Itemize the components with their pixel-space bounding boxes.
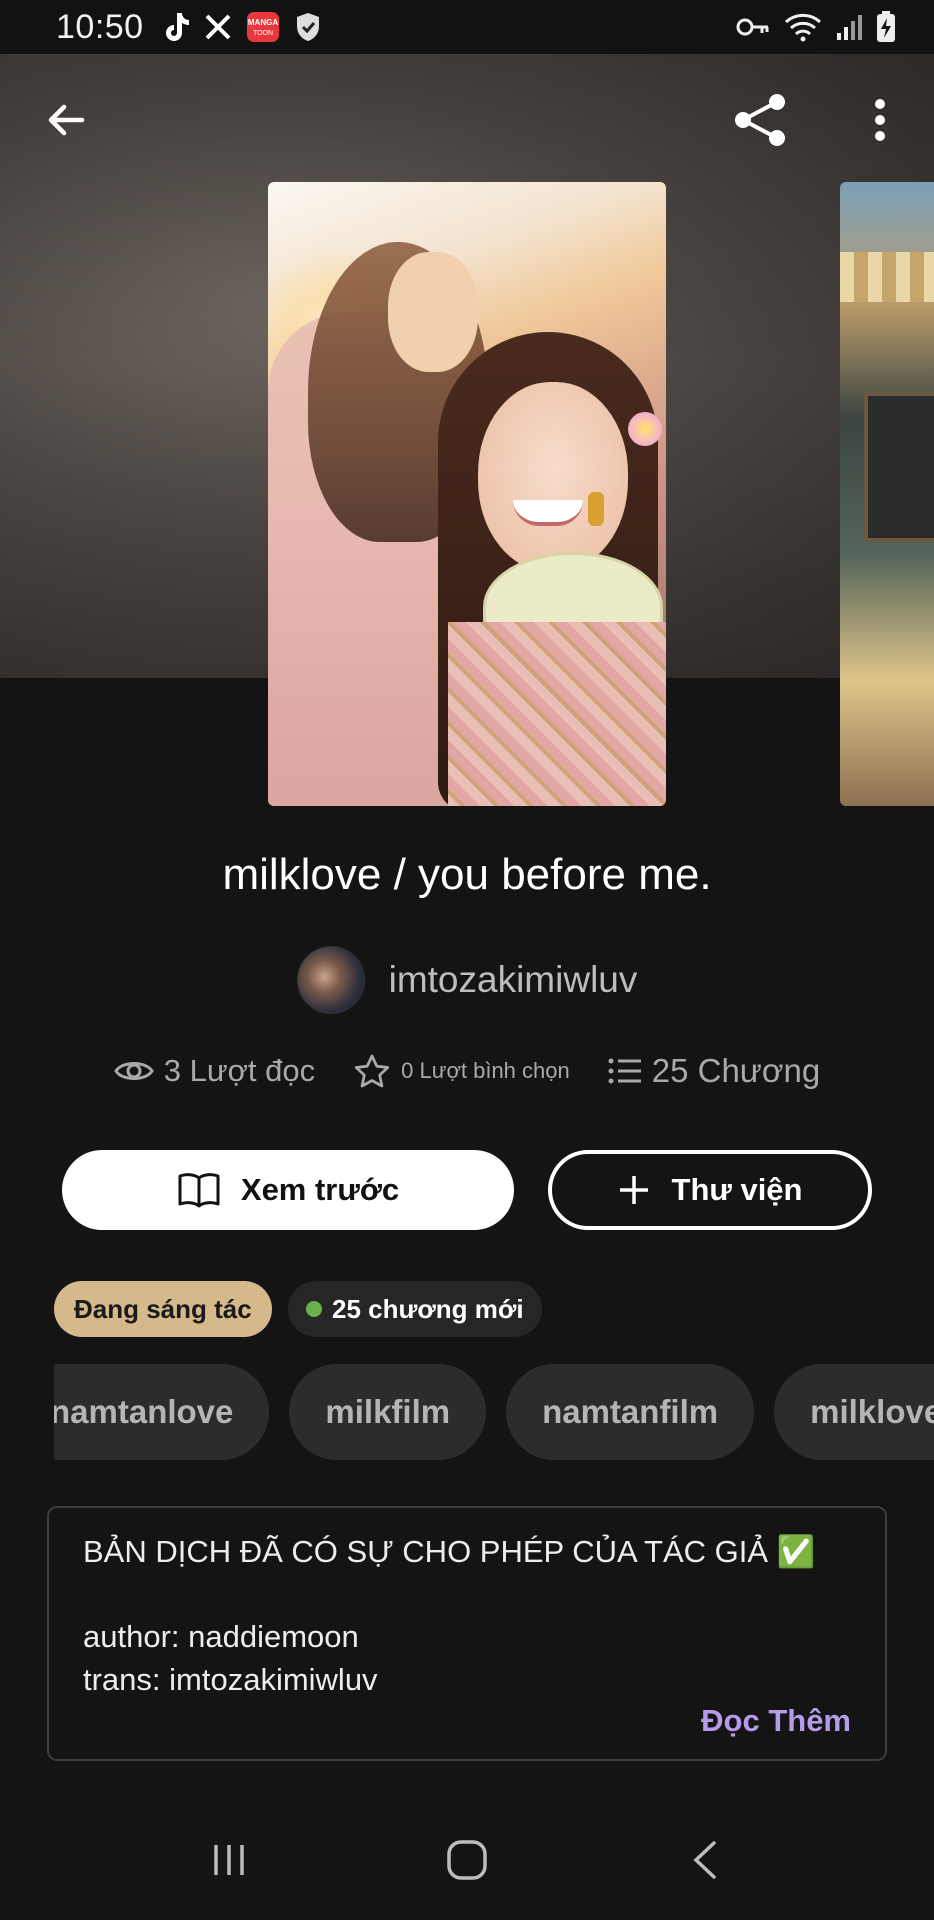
- story-cover[interactable]: [268, 182, 666, 806]
- battery-charging-icon: [876, 11, 896, 43]
- shield-icon: [294, 11, 322, 43]
- back-icon: [693, 1841, 716, 1879]
- system-back-button[interactable]: [665, 1820, 745, 1900]
- plus-icon: [619, 1176, 648, 1204]
- tag-track: namtanlove milkfilm namtanfilm milklove: [54, 1364, 934, 1460]
- back-button[interactable]: [38, 92, 94, 148]
- new-chapters-label: 25 chương mới: [332, 1293, 524, 1324]
- list-icon: [608, 1058, 641, 1084]
- system-icons: [736, 11, 896, 43]
- author-avatar[interactable]: [296, 946, 365, 1014]
- library-label: Thư viện: [671, 1172, 803, 1207]
- stat-reads: 3 Lượt đọc: [113, 1053, 316, 1089]
- add-to-library-button[interactable]: Thư viện: [548, 1150, 872, 1230]
- tiktok-icon: [162, 11, 190, 43]
- description-line: author: naddiemoon: [83, 1619, 359, 1654]
- author-row[interactable]: imtozakimiwluv: [0, 946, 934, 1014]
- home-button[interactable]: [427, 1820, 507, 1900]
- key-icon: [736, 16, 770, 38]
- cover-face-left: [388, 252, 478, 372]
- screen: 10:50 MANGA TOON milklove / you before m…: [0, 0, 934, 1920]
- arrow-left-icon: [48, 104, 85, 136]
- cover-flower: [628, 412, 662, 446]
- stat-votes: 0 Lượt bình chọn: [353, 1053, 570, 1089]
- preview-button[interactable]: Xem trước: [62, 1150, 514, 1230]
- tag-chip[interactable]: namtanfilm: [506, 1364, 755, 1460]
- votes-count: 0 Lượt bình chọn: [401, 1058, 570, 1083]
- side-cover-board: [864, 392, 934, 542]
- status-bar: 10:50 MANGA TOON: [0, 0, 934, 54]
- tag-chip[interactable]: milklove: [774, 1364, 934, 1460]
- share-icon: [735, 94, 785, 146]
- reads-count: 3 Lượt đọc: [163, 1053, 316, 1088]
- side-cover-awning: [840, 252, 934, 302]
- status-time: 10:50: [56, 7, 144, 46]
- recent-apps-button[interactable]: [189, 1820, 269, 1900]
- x-icon: [204, 13, 232, 41]
- new-chapters-badge: 25 chương mới: [288, 1281, 542, 1337]
- tag-chip[interactable]: milkfilm: [289, 1364, 487, 1460]
- description-line: BẢN DỊCH ĐÃ CÓ SỰ CHO PHÉP CỦA TÁC GIẢ ✅: [83, 1534, 816, 1569]
- signal-icon: [836, 13, 862, 41]
- tag-list[interactable]: namtanlove milkfilm namtanfilm milklove: [54, 1364, 934, 1460]
- system-nav-bar: [0, 1800, 934, 1920]
- cover-face-right: [478, 382, 628, 572]
- svg-text:TOON: TOON: [253, 30, 273, 37]
- chapters-count: 25 Chương: [651, 1052, 821, 1089]
- star-icon: [354, 1054, 390, 1088]
- notification-icons: MANGA TOON: [162, 11, 322, 43]
- open-book-icon: [178, 1173, 220, 1208]
- cover-earring: [588, 492, 604, 526]
- eye-icon: [113, 1062, 154, 1080]
- read-more-link[interactable]: Đọc Thêm: [701, 1703, 851, 1739]
- more-vertical-icon: [875, 99, 885, 141]
- tag-chip[interactable]: namtanlove: [54, 1364, 270, 1460]
- stat-chapters: 25 Chương: [608, 1052, 821, 1090]
- more-options-button[interactable]: [860, 92, 900, 148]
- description-line: trans: imtozakimiwluv: [83, 1662, 378, 1697]
- mangatoon-icon: MANGA TOON: [246, 11, 280, 43]
- svg-text:MANGA: MANGA: [247, 18, 277, 27]
- recent-apps-icon: [214, 1845, 244, 1875]
- cover-dress: [448, 622, 666, 806]
- author-name[interactable]: imtozakimiwluv: [389, 959, 638, 1001]
- next-story-cover[interactable]: [840, 182, 934, 806]
- story-stats: 3 Lượt đọc 0 Lượt bình chọn 25 Chương: [0, 1052, 934, 1090]
- preview-label: Xem trước: [240, 1172, 400, 1207]
- story-title: milklove / you before me.: [222, 850, 712, 899]
- wifi-icon: [784, 12, 822, 42]
- description-box[interactable]: BẢN DỊCH ĐÃ CÓ SỰ CHO PHÉP CỦA TÁC GIẢ ✅…: [47, 1506, 887, 1761]
- home-icon: [447, 1840, 487, 1880]
- share-button[interactable]: [728, 88, 792, 152]
- status-badge: Đang sáng tác: [54, 1281, 272, 1337]
- new-indicator-dot: [306, 1301, 322, 1317]
